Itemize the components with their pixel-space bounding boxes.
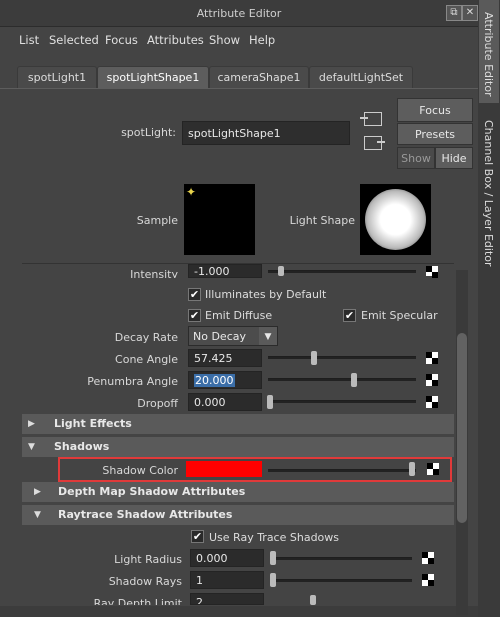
scrollbar-thumb[interactable] — [457, 333, 467, 523]
window-title: Attribute Editor — [196, 7, 282, 20]
penumbra-angle-field[interactable]: 20.000 — [188, 371, 262, 389]
emit-diffuse-checkbox[interactable]: ✔ — [188, 309, 201, 322]
menu-focus[interactable]: Focus — [105, 33, 138, 47]
node-type-label: spotLight: — [121, 126, 176, 139]
ray-depth-slider-handle[interactable] — [310, 595, 316, 605]
tab-spotlight1[interactable]: spotLight1 — [17, 66, 97, 89]
dropoff-label: Dropoff — [137, 397, 178, 410]
shadow-rays-label: Shadow Rays — [108, 575, 182, 588]
penumbra-angle-label: Penumbra Angle — [87, 375, 178, 388]
cone-angle-slider-handle[interactable] — [311, 351, 317, 365]
light-radius-field[interactable]: 0.000 — [190, 549, 264, 567]
close-icon[interactable]: ✕ — [462, 5, 478, 21]
decay-rate-value: No Decay — [193, 330, 246, 343]
shadow-color-swatch[interactable] — [186, 461, 262, 477]
ray-depth-label: Ray Depth Limit — [93, 597, 182, 605]
light-radius-label: Light Radius — [114, 553, 182, 566]
light-shape-swatch[interactable] — [360, 184, 431, 255]
penumbra-angle-slider[interactable] — [268, 378, 416, 381]
tab-camerashape1[interactable]: cameraShape1 — [209, 66, 309, 89]
expanded-arrow-icon: ▼ — [28, 442, 35, 452]
use-ray-trace-label: Use Ray Trace Shadows — [209, 531, 340, 544]
penumbra-angle-slider-handle[interactable] — [351, 373, 357, 387]
side-tab-channel-box-label: Channel Box / Layer Editor — [482, 120, 495, 267]
sample-swatch[interactable]: ✦ — [184, 184, 255, 255]
light-effects-section[interactable]: ▶ Light Effects — [22, 414, 454, 434]
shadow-rays-field[interactable]: 1 — [190, 571, 264, 589]
dropoff-slider-handle[interactable] — [267, 395, 273, 409]
dropoff-field[interactable]: 0.000 — [188, 393, 262, 411]
cone-angle-label: Cone Angle — [115, 353, 178, 366]
copy-tab-icon[interactable] — [364, 136, 385, 150]
node-name-field[interactable]: spotLightShape1 — [182, 121, 350, 145]
load-attributes-icon[interactable] — [360, 112, 382, 126]
light-shape-preview — [365, 189, 426, 250]
light-radius-slider[interactable] — [272, 557, 412, 560]
illuminates-default-label: Illuminates by Default — [205, 288, 327, 301]
depth-map-title: Depth Map Shadow Attributes — [58, 485, 246, 498]
tab-spotlightshape1[interactable]: spotLightShape1 — [97, 66, 209, 89]
emit-specular-checkbox[interactable]: ✔ — [343, 309, 356, 322]
intensity-map-button[interactable] — [426, 266, 438, 278]
side-tab-attribute-editor-label: Attribute Editor — [482, 12, 495, 97]
raytrace-title: Raytrace Shadow Attributes — [58, 508, 233, 521]
shadow-rays-slider-handle[interactable] — [270, 573, 276, 587]
restore-icon[interactable]: ⧉ — [446, 5, 462, 21]
emit-specular-label: Emit Specular — [361, 309, 438, 322]
shadows-section[interactable]: ▼ Shadows — [22, 437, 454, 457]
dropoff-map-button[interactable] — [426, 396, 438, 408]
intensity-label: Intensity — [130, 268, 178, 278]
menu-bar: List Selected Focus Attributes Show Help — [0, 27, 478, 53]
decay-rate-dropdown[interactable]: No Decay ▼ — [188, 326, 278, 346]
tab-divider — [0, 88, 478, 89]
cone-angle-map-button[interactable] — [426, 352, 438, 364]
light-radius-slider-handle[interactable] — [270, 551, 276, 565]
decay-rate-label: Decay Rate — [114, 331, 178, 344]
collapsed-arrow-icon: ▶ — [34, 487, 41, 497]
focus-button[interactable]: Focus — [397, 98, 473, 122]
penumbra-angle-map-button[interactable] — [426, 374, 438, 386]
light-effects-title: Light Effects — [54, 417, 132, 430]
title-bar: Attribute Editor ⧉ ✕ — [0, 0, 478, 27]
shadow-color-label: Shadow Color — [102, 464, 178, 477]
menu-help[interactable]: Help — [249, 33, 275, 47]
bottom-strip — [0, 606, 478, 617]
depth-map-section[interactable]: ▶ Depth Map Shadow Attributes — [22, 482, 454, 502]
presets-button[interactable]: Presets — [397, 123, 473, 145]
shadow-rays-slider[interactable] — [272, 579, 412, 582]
side-tab-channel-box[interactable]: Channel Box / Layer Editor — [479, 110, 499, 270]
expanded-arrow-icon: ▼ — [34, 510, 41, 520]
dropoff-slider[interactable] — [268, 400, 416, 403]
emit-diffuse-label: Emit Diffuse — [205, 309, 273, 322]
menu-show[interactable]: Show — [209, 33, 240, 47]
penumbra-angle-value: 20.000 — [194, 374, 235, 387]
hide-button[interactable]: Hide — [435, 147, 473, 169]
tab-defaultlightset[interactable]: defaultLightSet — [309, 66, 413, 89]
shadow-rays-map-button[interactable] — [422, 574, 434, 586]
menu-selected[interactable]: Selected — [49, 33, 99, 47]
side-tab-attribute-editor[interactable]: Attribute Editor — [479, 0, 499, 103]
light-radius-map-button[interactable] — [422, 552, 434, 564]
show-button[interactable]: Show — [397, 147, 435, 169]
chevron-down-icon: ▼ — [259, 327, 277, 345]
sample-label: Sample — [136, 214, 178, 227]
shadows-title: Shadows — [54, 440, 110, 453]
raytrace-section[interactable]: ▼ Raytrace Shadow Attributes — [22, 505, 454, 525]
shadow-color-map-button[interactable] — [427, 463, 439, 475]
cone-angle-slider[interactable] — [268, 356, 416, 359]
intensity-slider[interactable] — [268, 270, 416, 273]
light-shape-label: Light Shape — [289, 214, 355, 227]
light-bulb-icon: ✦ — [186, 185, 197, 199]
shadow-color-slider[interactable] — [268, 469, 416, 472]
use-ray-trace-checkbox[interactable]: ✔ — [191, 530, 204, 543]
menu-list[interactable]: List — [19, 33, 39, 47]
collapsed-arrow-icon: ▶ — [28, 419, 35, 429]
menu-attributes[interactable]: Attributes — [147, 33, 204, 47]
intensity-slider-handle[interactable] — [278, 266, 284, 276]
intensity-field[interactable]: -1.000 — [188, 264, 262, 278]
ray-depth-field[interactable]: 2 — [190, 593, 264, 605]
cone-angle-field[interactable]: 57.425 — [188, 349, 262, 367]
shadow-color-slider-handle[interactable] — [409, 462, 415, 476]
illuminates-default-checkbox[interactable]: ✔ — [188, 288, 201, 301]
